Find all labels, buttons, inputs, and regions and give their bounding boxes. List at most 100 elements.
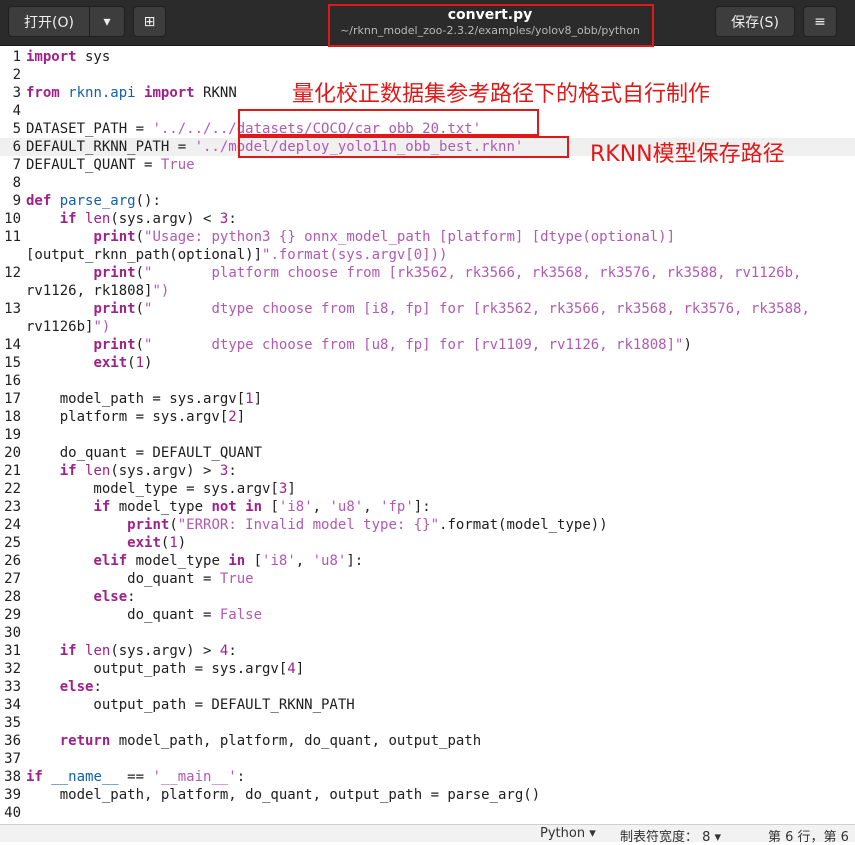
code-line[interactable]: 16 bbox=[0, 372, 855, 390]
line-number: 34 bbox=[4, 697, 21, 713]
code-text: print(" dtype choose from [i8, fp] for [… bbox=[93, 301, 810, 317]
code-text: platform = sys.argv[2] bbox=[26, 409, 246, 425]
code-line[interactable]: 32 output_path = sys.argv[4] bbox=[0, 660, 855, 678]
header-bar: 打开(O) ▾ ⊞ convert.py ~/rknn_model_zoo-2.… bbox=[0, 0, 855, 46]
code-text: if __name__ == '__main__': bbox=[26, 769, 246, 785]
line-number: 24 bbox=[4, 517, 21, 533]
open-button-label: 打开(O) bbox=[24, 14, 74, 31]
code-line[interactable]: 21 if len(sys.argv) > 3: bbox=[0, 462, 855, 480]
hamburger-menu-button[interactable]: ≡ bbox=[803, 6, 837, 37]
code-line[interactable]: 27 do_quant = True bbox=[0, 570, 855, 588]
code-line[interactable]: 17 model_path = sys.argv[1] bbox=[0, 390, 855, 408]
code-text: output_path = DEFAULT_RKNN_PATH bbox=[26, 697, 355, 713]
line-number: 11 bbox=[4, 229, 21, 245]
code-text: DATASET_PATH = '../../../datasets/COCO/c… bbox=[26, 121, 482, 137]
code-line[interactable]: 39 model_path, platform, do_quant, outpu… bbox=[0, 786, 855, 804]
code-line[interactable]: 23 if model_type not in ['i8', 'u8', 'fp… bbox=[0, 498, 855, 516]
code-line[interactable]: 31 if len(sys.argv) > 4: bbox=[0, 642, 855, 660]
tab-width-selector[interactable]: 制表符宽度： 8 ▾ bbox=[620, 826, 721, 845]
code-text: DEFAULT_RKNN_PATH = '../model/deploy_yol… bbox=[26, 139, 524, 155]
line-number: 21 bbox=[4, 463, 21, 479]
line-number: 33 bbox=[4, 679, 21, 695]
code-text: if len(sys.argv) > 4: bbox=[59, 643, 237, 659]
code-line[interactable]: 25 exit(1) bbox=[0, 534, 855, 552]
code-line[interactable]: 36 return model_path, platform, do_quant… bbox=[0, 732, 855, 750]
code-text: print(" dtype choose from [u8, fp] for [… bbox=[93, 337, 692, 353]
code-line[interactable]: 37 bbox=[0, 750, 855, 768]
code-text: from rknn.api import RKNN bbox=[26, 85, 237, 101]
code-line[interactable]: 10 if len(sys.argv) < 3: bbox=[0, 210, 855, 228]
line-number: 9 bbox=[12, 193, 21, 209]
code-text: else: bbox=[59, 679, 102, 695]
line-number: 17 bbox=[4, 391, 21, 407]
status-bar: Python ▾ 制表符宽度： 8 ▾ 第 6 行，第 6 bbox=[0, 824, 855, 845]
line-number: 35 bbox=[4, 715, 21, 731]
code-text: exit(1) bbox=[93, 355, 153, 371]
code-text: model_type = sys.argv[3] bbox=[26, 481, 296, 497]
code-line[interactable]: 9 def parse_arg(): bbox=[0, 192, 855, 210]
code-text: [output_rknn_path(optional)]".format(sys… bbox=[26, 247, 448, 263]
line-number: 20 bbox=[4, 445, 21, 461]
file-path: ~/rknn_model_zoo-2.3.2/examples/yolov8_o… bbox=[340, 24, 640, 37]
line-number: 36 bbox=[4, 733, 21, 749]
line-number: 8 bbox=[12, 175, 21, 191]
code-line[interactable]: 24 print("ERROR: Invalid model type: {}"… bbox=[0, 516, 855, 534]
code-line[interactable]: 18 platform = sys.argv[2] bbox=[0, 408, 855, 426]
line-number: 27 bbox=[4, 571, 21, 587]
open-button[interactable]: 打开(O) bbox=[8, 6, 90, 37]
line-number: 39 bbox=[4, 787, 21, 803]
line-number: 29 bbox=[4, 607, 21, 623]
line-number: 22 bbox=[4, 481, 21, 497]
code-line[interactable]: 35 bbox=[0, 714, 855, 732]
code-line[interactable]: 11 print("Usage: python3 {} onnx_model_p… bbox=[0, 228, 855, 246]
code-line[interactable]: rv1126b]") bbox=[0, 318, 855, 336]
code-line[interactable]: 13 print(" dtype choose from [i8, fp] fo… bbox=[0, 300, 855, 318]
code-text: model_path = sys.argv[1] bbox=[26, 391, 263, 407]
code-line[interactable]: 40 bbox=[0, 804, 855, 822]
line-number: 16 bbox=[4, 373, 21, 389]
code-text: if len(sys.argv) > 3: bbox=[59, 463, 237, 479]
chevron-down-icon: ▾ bbox=[103, 13, 111, 30]
save-button[interactable]: 保存(S) bbox=[715, 6, 795, 37]
code-line[interactable]: 33 else: bbox=[0, 678, 855, 696]
code-line[interactable]: 15 exit(1) bbox=[0, 354, 855, 372]
code-line[interactable]: rv1126, rk1808]") bbox=[0, 282, 855, 300]
line-number: 25 bbox=[4, 535, 21, 551]
language-selector[interactable]: Python ▾ bbox=[540, 826, 596, 841]
open-menu-button[interactable]: ▾ bbox=[89, 6, 125, 37]
code-line[interactable]: [output_rknn_path(optional)]".format(sys… bbox=[0, 246, 855, 264]
code-text: if model_type not in ['i8', 'u8', 'fp']: bbox=[93, 499, 431, 515]
code-line[interactable]: 1 import sys bbox=[0, 48, 855, 66]
code-line[interactable]: 19 bbox=[0, 426, 855, 444]
code-line[interactable]: 30 bbox=[0, 624, 855, 642]
code-text: if len(sys.argv) < 3: bbox=[59, 211, 237, 227]
line-number: 40 bbox=[4, 805, 21, 821]
code-text: do_quant = DEFAULT_QUANT bbox=[26, 445, 263, 461]
code-text: def parse_arg(): bbox=[26, 193, 161, 209]
code-line[interactable]: 22 model_type = sys.argv[3] bbox=[0, 480, 855, 498]
code-line[interactable]: 29 do_quant = False bbox=[0, 606, 855, 624]
code-text: do_quant = True bbox=[26, 571, 254, 587]
dataset-annotation: 量化校正数据集参考路径下的格式自行制作 bbox=[292, 82, 711, 107]
code-line[interactable]: 8 bbox=[0, 174, 855, 192]
line-number: 37 bbox=[4, 751, 21, 767]
line-number: 18 bbox=[4, 409, 21, 425]
code-line[interactable]: 14 print(" dtype choose from [u8, fp] fo… bbox=[0, 336, 855, 354]
line-number: 10 bbox=[4, 211, 21, 227]
new-tab-button[interactable]: ⊞ bbox=[133, 6, 166, 37]
code-line[interactable]: 38 if __name__ == '__main__': bbox=[0, 768, 855, 786]
code-line[interactable]: 28 else: bbox=[0, 588, 855, 606]
code-line[interactable]: 12 print(" platform choose from [rk3562,… bbox=[0, 264, 855, 282]
code-line[interactable]: 20 do_quant = DEFAULT_QUANT bbox=[0, 444, 855, 462]
menu-icon: ≡ bbox=[814, 13, 826, 30]
line-number: 23 bbox=[4, 499, 21, 515]
code-text: import sys bbox=[26, 49, 111, 65]
file-name: convert.py bbox=[447, 7, 533, 23]
code-text: output_path = sys.argv[4] bbox=[26, 661, 305, 677]
line-number: 26 bbox=[4, 553, 21, 569]
line-number: 30 bbox=[4, 625, 21, 641]
code-line[interactable]: 34 output_path = DEFAULT_RKNN_PATH bbox=[0, 696, 855, 714]
line-number: 38 bbox=[4, 769, 21, 785]
code-text: elif model_type in ['i8', 'u8']: bbox=[93, 553, 364, 569]
code-line[interactable]: 26 elif model_type in ['i8', 'u8']: bbox=[0, 552, 855, 570]
